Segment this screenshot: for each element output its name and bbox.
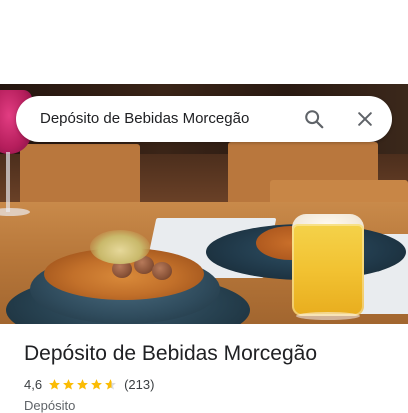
search-icon[interactable] (298, 103, 330, 135)
place-title: Depósito de Bebidas Morcegão (24, 342, 318, 365)
close-icon[interactable] (349, 103, 381, 135)
photo-glass-stem (6, 152, 10, 212)
photo-meat (152, 262, 172, 280)
star-icon (63, 378, 74, 389)
review-count[interactable]: (213) (124, 377, 154, 392)
star-icon (77, 378, 88, 389)
photo-drink-base (296, 312, 360, 320)
rating-row[interactable]: 4,6 (213) (24, 375, 154, 393)
search-bar[interactable]: Depósito de Bebidas Morcegão (16, 96, 392, 142)
photo-sprouts (90, 230, 150, 264)
rating-stars (48, 378, 118, 391)
star-half-icon (105, 378, 116, 389)
top-blank-area (0, 0, 408, 84)
search-input[interactable]: Depósito de Bebidas Morcegão (40, 96, 249, 142)
star-icon (49, 378, 60, 389)
rating-value: 4,6 (24, 376, 43, 392)
photo-yellow-drink (292, 224, 364, 316)
photo-chair (20, 144, 140, 206)
place-category: Depósito (24, 398, 76, 413)
star-icon (91, 378, 102, 389)
